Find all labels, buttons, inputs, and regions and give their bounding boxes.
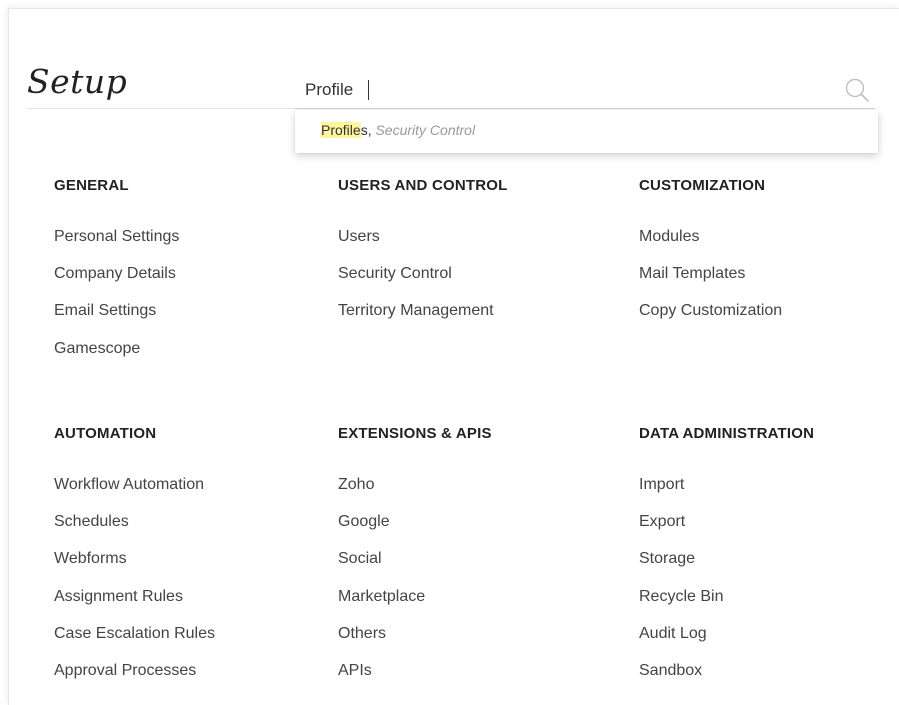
page-title: Setup	[27, 62, 128, 101]
link-assignment-rules[interactable]: Assignment Rules	[54, 588, 183, 606]
suggestion-context: Security Control	[375, 122, 476, 138]
link-import[interactable]: Import	[639, 476, 684, 494]
link-recycle-bin[interactable]: Recycle Bin	[639, 588, 723, 606]
link-social[interactable]: Social	[338, 550, 382, 568]
link-google[interactable]: Google	[338, 513, 390, 531]
link-zoho[interactable]: Zoho	[338, 476, 374, 494]
link-audit-log[interactable]: Audit Log	[639, 625, 707, 643]
suggestion-match: Profile	[321, 122, 361, 138]
link-gamescope[interactable]: Gamescope	[54, 340, 140, 358]
title-divider	[27, 108, 295, 109]
link-workflow-automation[interactable]: Workflow Automation	[54, 476, 204, 494]
link-modules[interactable]: Modules	[639, 228, 699, 246]
section-title-customization: CUSTOMIZATION	[639, 177, 766, 194]
link-webforms[interactable]: Webforms	[54, 550, 127, 568]
link-copy-customization[interactable]: Copy Customization	[639, 302, 782, 320]
section-title-general: GENERAL	[54, 177, 129, 194]
section-title-automation: AUTOMATION	[54, 425, 157, 442]
link-case-escalation-rules[interactable]: Case Escalation Rules	[54, 625, 215, 643]
search-icon[interactable]	[843, 76, 871, 104]
link-users[interactable]: Users	[338, 228, 380, 246]
link-schedules[interactable]: Schedules	[54, 513, 129, 531]
link-storage[interactable]: Storage	[639, 550, 695, 568]
search-bar	[295, 72, 875, 109]
link-marketplace[interactable]: Marketplace	[338, 588, 425, 606]
link-territory-management[interactable]: Territory Management	[338, 302, 494, 320]
link-export[interactable]: Export	[639, 513, 685, 531]
link-personal-settings[interactable]: Personal Settings	[54, 228, 179, 246]
section-title-users-control: USERS AND CONTROL	[338, 177, 508, 194]
section-title-data-administration: DATA ADMINISTRATION	[639, 425, 815, 442]
link-others[interactable]: Others	[338, 625, 386, 643]
search-input[interactable]	[305, 76, 805, 104]
link-mail-templates[interactable]: Mail Templates	[639, 265, 745, 283]
link-approval-processes[interactable]: Approval Processes	[54, 662, 196, 680]
suggestion-rest: s	[360, 122, 368, 138]
link-email-settings[interactable]: Email Settings	[54, 302, 156, 320]
search-suggestions: Profiles, Security Control	[295, 110, 878, 153]
suggestion-item[interactable]: Profiles, Security Control	[321, 122, 475, 138]
text-caret	[368, 80, 369, 100]
link-company-details[interactable]: Company Details	[54, 265, 176, 283]
link-sandbox[interactable]: Sandbox	[639, 662, 702, 680]
section-title-extensions: EXTENSIONS & APIS	[338, 425, 492, 442]
link-security-control[interactable]: Security Control	[338, 265, 452, 283]
link-apis[interactable]: APIs	[338, 662, 372, 680]
